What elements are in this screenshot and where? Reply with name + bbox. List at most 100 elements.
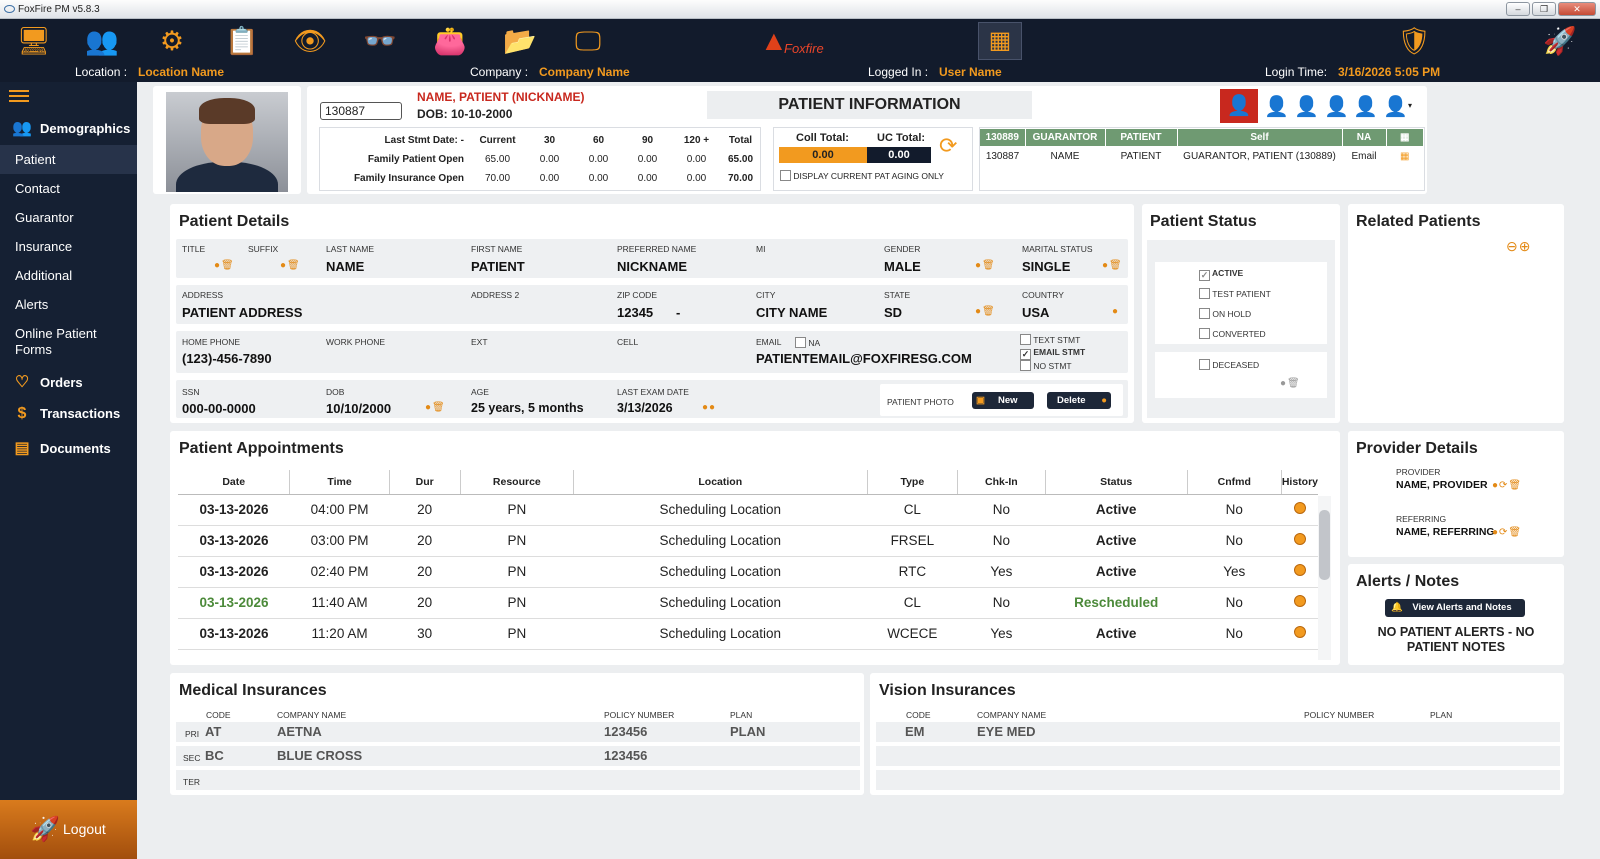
home-phone-value[interactable]: (123)-456-7890: [182, 351, 272, 366]
appt-col-header[interactable]: Dur: [389, 470, 461, 495]
ssn-value[interactable]: 000-00-0000: [182, 401, 256, 416]
sidebar-item-insurance[interactable]: Insurance: [0, 232, 137, 261]
appt-col-header[interactable]: Location: [573, 470, 868, 495]
country-value[interactable]: USA: [1022, 305, 1049, 320]
last-name-value[interactable]: NAME: [326, 259, 364, 274]
title-edit-delete-icons[interactable]: ●🗑: [214, 260, 235, 271]
menu-hamburger-icon[interactable]: [9, 90, 29, 102]
table-row[interactable]: [176, 770, 860, 790]
referring-value[interactable]: NAME, REFERRING: [1396, 526, 1495, 538]
photo-new-button[interactable]: ▣ New: [972, 392, 1034, 409]
calendar-small-icon[interactable]: ▦: [1386, 129, 1424, 146]
sidebar-transactions[interactable]: $ Transactions: [0, 405, 137, 425]
table-row[interactable]: 03-13-2026 11:20 AM 30 PN Scheduling Locatio…: [178, 618, 1318, 650]
patient-history-icon[interactable]: 👤: [1383, 94, 1408, 119]
table-row[interactable]: [876, 770, 1560, 790]
zip-value[interactable]: 12345: [617, 305, 653, 320]
table-row[interactable]: 03-13-2026 03:00 PM 20 PN Scheduling Locatio…: [178, 525, 1318, 557]
preferred-name-value[interactable]: NICKNAME: [617, 259, 687, 274]
related-add-remove-icons[interactable]: ⊖⊕: [1506, 238, 1531, 255]
gender-edit-delete-icons[interactable]: ●🗑: [975, 260, 996, 271]
sidebar-item-patient[interactable]: Patient: [0, 145, 137, 174]
state-value[interactable]: SD: [884, 305, 902, 320]
wallet-icon[interactable]: 👛: [430, 23, 470, 59]
appt-col-header[interactable]: Resource: [460, 470, 575, 495]
more-dropdown-icon[interactable]: ▾: [1408, 101, 1412, 110]
sidebar-item-online-forms[interactable]: Online Patient Forms: [0, 326, 120, 358]
sidebar-item-guarantor[interactable]: Guarantor: [0, 203, 137, 232]
country-edit-icon[interactable]: ●: [1112, 306, 1119, 317]
close-button[interactable]: ✕: [1558, 2, 1596, 16]
status-converted-checkbox[interactable]: CONVERTED: [1199, 328, 1266, 339]
referring-icons[interactable]: ●⟳🗑: [1492, 527, 1522, 538]
appt-col-header[interactable]: History: [1281, 470, 1318, 495]
sidebar-item-alerts[interactable]: Alerts: [0, 290, 137, 319]
optical-screen-icon[interactable]: 🖵: [568, 23, 608, 59]
appt-col-header[interactable]: Cnfmd: [1187, 470, 1282, 495]
last-exam-icons[interactable]: ●●: [702, 402, 716, 413]
patient-id-field[interactable]: 130887: [320, 102, 402, 120]
folder-icon[interactable]: 📂: [500, 23, 540, 59]
no-stmt-checkbox[interactable]: NO STMT: [1020, 360, 1072, 371]
status-on-hold-checkbox[interactable]: ON HOLD: [1199, 308, 1251, 319]
address-value[interactable]: PATIENT ADDRESS: [182, 305, 302, 320]
email-value[interactable]: PATIENTEMAIL@FOXFIRESG.COM: [756, 351, 972, 366]
eyeglasses-icon[interactable]: 👓: [360, 23, 400, 59]
photo-delete-button[interactable]: Delete ●: [1047, 392, 1111, 409]
sidebar-item-additional[interactable]: Additional: [0, 261, 137, 290]
table-row[interactable]: 03-13-2026 02:40 PM 20 PN Scheduling Locatio…: [178, 556, 1318, 588]
status-deceased-checkbox[interactable]: DECEASED: [1199, 359, 1259, 370]
display-current-aging-checkbox[interactable]: DISPLAY CURRENT PAT AGING ONLY: [780, 170, 944, 181]
patients-icon[interactable]: 👥: [82, 23, 122, 59]
clipboard-icon[interactable]: 📋: [222, 23, 262, 59]
table-row[interactable]: 03-13-2026 04:00 PM 20 PN Scheduling Locatio…: [178, 494, 1318, 526]
appt-col-header[interactable]: Time: [289, 470, 390, 495]
history-clock-icon[interactable]: [1293, 626, 1306, 638]
history-clock-icon[interactable]: [1293, 533, 1306, 545]
gender-value[interactable]: MALE: [884, 259, 921, 274]
provider-icons[interactable]: ●⟳🗑: [1492, 480, 1522, 491]
marital-edit-delete-icons[interactable]: ●🗑: [1102, 260, 1123, 271]
patient-save-icon[interactable]: 👤: [1324, 94, 1349, 119]
appt-col-header[interactable]: Type: [867, 470, 959, 495]
email-na-checkbox[interactable]: NA: [795, 337, 820, 348]
restore-button[interactable]: ❐: [1532, 2, 1556, 16]
patient-edit-icon[interactable]: 👤: [1294, 94, 1319, 119]
view-alerts-notes-button[interactable]: 🔔 View Alerts and Notes: [1385, 599, 1525, 617]
patient-add-icon[interactable]: 👤: [1264, 94, 1289, 119]
appointments-scrollbar[interactable]: [1318, 496, 1331, 660]
rocket-icon[interactable]: 🚀: [1540, 23, 1580, 59]
calendar-small-icon[interactable]: ▦: [1386, 146, 1424, 166]
history-clock-icon[interactable]: [1293, 595, 1306, 607]
provider-value[interactable]: NAME, PROVIDER: [1396, 479, 1488, 491]
table-row[interactable]: [876, 746, 1560, 766]
appt-col-header[interactable]: Chk-In: [957, 470, 1046, 495]
sidebar-demographics[interactable]: 👥 Demographics: [0, 118, 137, 138]
refresh-icon[interactable]: ⟳: [939, 133, 957, 159]
suffix-edit-delete-icons[interactable]: ●🗑: [280, 260, 301, 271]
email-stmt-checkbox[interactable]: ✓ EMAIL STMT: [1020, 347, 1085, 360]
dashboard-icon[interactable]: 🖥: [14, 23, 54, 59]
sidebar-item-contact[interactable]: Contact: [0, 174, 137, 203]
status-test-checkbox[interactable]: TEST PATIENT: [1199, 288, 1271, 299]
text-stmt-checkbox[interactable]: TEXT STMT: [1020, 334, 1080, 345]
patient-alert-icon[interactable]: 👤: [1353, 94, 1378, 119]
dob-value[interactable]: 10/10/2000: [326, 401, 391, 416]
support-hands-icon[interactable]: 🛡: [1394, 23, 1434, 59]
appt-col-header[interactable]: Status: [1045, 470, 1188, 495]
settings-gear-icon[interactable]: ⚙: [152, 23, 192, 59]
table-row[interactable]: 03-13-2026 11:40 AM 20 PN Scheduling Locatio…: [178, 587, 1318, 619]
marital-status-value[interactable]: SINGLE: [1022, 259, 1070, 274]
history-clock-icon[interactable]: [1293, 502, 1306, 514]
appt-col-header[interactable]: Date: [178, 470, 291, 495]
status-active-checkbox[interactable]: ✓ ACTIVE: [1199, 268, 1243, 281]
patient-status-red-icon[interactable]: 👤: [1220, 89, 1258, 123]
minimize-button[interactable]: –: [1506, 2, 1530, 16]
logout-button[interactable]: 🚀 Logout: [0, 800, 137, 859]
sidebar-documents[interactable]: ▤ Documents: [0, 438, 137, 458]
city-value[interactable]: CITY NAME: [756, 305, 827, 320]
state-edit-delete-icons[interactable]: ●🗑: [975, 306, 996, 317]
scrollbar-thumb[interactable]: [1319, 510, 1330, 580]
deceased-icons[interactable]: ●🗑: [1280, 378, 1301, 389]
sidebar-orders[interactable]: ♡ Orders: [0, 372, 137, 392]
